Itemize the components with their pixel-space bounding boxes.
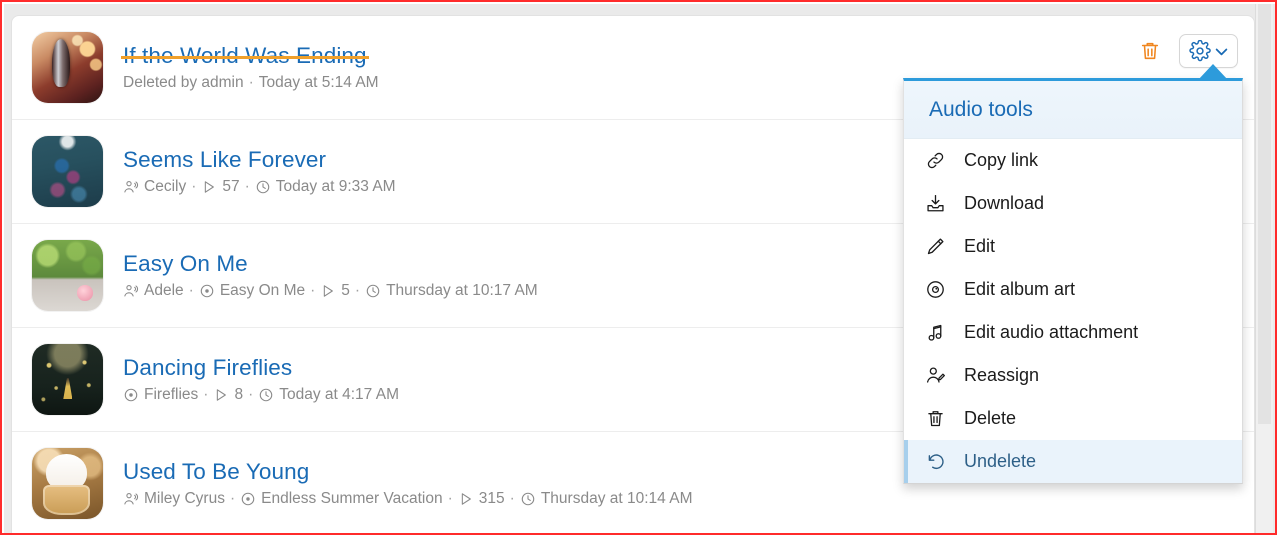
- meta-separator: ·: [248, 385, 254, 403]
- delete-button[interactable]: [1135, 36, 1165, 66]
- meta-separator: ·: [191, 177, 197, 195]
- menu-item-edit[interactable]: Edit: [904, 225, 1242, 268]
- clock-icon: [521, 492, 535, 506]
- album-icon: [200, 284, 214, 298]
- undo-icon: [920, 451, 950, 472]
- row-metadata: Miley Cyrus · Endless Summer Vacation ·: [123, 490, 1238, 509]
- meta-album: Endless Summer Vacation: [240, 490, 443, 509]
- clock-icon: [366, 284, 380, 298]
- album-art-thumbnail[interactable]: [32, 240, 103, 311]
- meta-timestamp: Today at 4:17 AM: [258, 386, 399, 405]
- menu-item-label: Edit: [964, 236, 996, 256]
- meta-deleted-by: Deleted by admin: [123, 73, 244, 91]
- meta-timestamp: Today at 9:33 AM: [255, 178, 396, 197]
- menu-item-undelete[interactable]: Undelete: [904, 440, 1242, 483]
- meta-plays: 8: [213, 386, 243, 405]
- meta-separator: ·: [244, 177, 250, 195]
- menu-item-label: Edit audio attachment: [964, 322, 1139, 342]
- artist-icon: [124, 492, 139, 505]
- clock-icon: [259, 388, 273, 402]
- meta-separator: ·: [509, 489, 515, 507]
- disc-icon: [920, 279, 950, 300]
- menu-header: Audio tools: [904, 81, 1242, 139]
- clock-icon: [256, 180, 270, 194]
- menu-item-label: Delete: [964, 408, 1017, 428]
- chevron-down-icon: [1215, 48, 1228, 55]
- meta-separator: ·: [447, 489, 453, 507]
- scrollbar-thumb[interactable]: [1258, 4, 1271, 424]
- album-art-thumbnail[interactable]: [32, 344, 103, 415]
- menu-item-delete[interactable]: Delete: [904, 397, 1242, 440]
- meta-separator: ·: [310, 281, 316, 299]
- menu-item-label: Download: [964, 193, 1045, 213]
- user-edit-icon: [920, 365, 950, 386]
- gear-icon: [1189, 40, 1211, 62]
- row-title[interactable]: If the World Was Ending: [121, 43, 369, 69]
- meta-separator: ·: [188, 281, 194, 299]
- menu-item-reassign[interactable]: Reassign: [904, 354, 1242, 397]
- meta-album: Fireflies: [123, 386, 198, 405]
- album-icon: [124, 388, 138, 402]
- play-icon: [205, 181, 215, 193]
- browser-viewport: If the World Was Ending Deleted by admin…: [0, 0, 1277, 535]
- meta-separator: ·: [229, 489, 236, 507]
- pencil-icon: [920, 236, 950, 257]
- meta-plays: 315: [458, 490, 505, 509]
- meta-artist: Miley Cyrus: [123, 490, 225, 509]
- play-icon: [324, 285, 334, 297]
- trash-icon: [920, 408, 950, 429]
- meta-timestamp: Today at 5:14 AM: [258, 73, 379, 91]
- page-scrollbar[interactable]: [1255, 4, 1273, 533]
- album-art-thumbnail[interactable]: [32, 448, 103, 519]
- menu-item-edit-album-art[interactable]: Edit album art: [904, 268, 1242, 311]
- menu-item-download[interactable]: Download: [904, 182, 1242, 225]
- link-icon: [920, 150, 950, 171]
- meta-artist: Adele: [123, 282, 184, 301]
- meta-timestamp: Thursday at 10:14 AM: [520, 490, 692, 509]
- menu-item-label: Undelete: [964, 451, 1037, 471]
- meta-separator: ·: [203, 385, 209, 403]
- trash-icon: [1141, 42, 1159, 60]
- album-art-thumbnail[interactable]: [32, 32, 103, 103]
- album-icon: [241, 492, 255, 506]
- meta-artist: Cecily: [123, 178, 186, 197]
- album-art-thumbnail[interactable]: [32, 136, 103, 207]
- meta-separator: ·: [248, 73, 254, 91]
- meta-separator: ·: [354, 281, 361, 299]
- meta-plays: 5: [320, 282, 350, 301]
- meta-timestamp: Thursday at 10:17 AM: [365, 282, 538, 301]
- play-icon: [217, 389, 227, 401]
- music-note-icon: [920, 322, 950, 343]
- row-action-buttons: [1135, 34, 1238, 68]
- play-icon: [461, 493, 471, 505]
- artist-icon: [124, 284, 139, 297]
- menu-item-copy-link[interactable]: Copy link: [904, 139, 1242, 182]
- menu-item-edit-audio-attachment[interactable]: Edit audio attachment: [904, 311, 1242, 354]
- download-icon: [920, 193, 950, 214]
- meta-plays: 57: [201, 178, 240, 197]
- menu-pointer-arrow: [1198, 64, 1228, 80]
- settings-dropdown-button[interactable]: [1179, 34, 1238, 68]
- audio-tools-menu: Audio tools Copy link Download Edit Edit…: [903, 78, 1243, 484]
- menu-item-label: Copy link: [964, 150, 1039, 170]
- menu-item-label: Reassign: [964, 365, 1040, 385]
- artist-icon: [124, 180, 139, 193]
- meta-album: Easy On Me: [199, 282, 305, 301]
- menu-item-label: Edit album art: [964, 279, 1076, 299]
